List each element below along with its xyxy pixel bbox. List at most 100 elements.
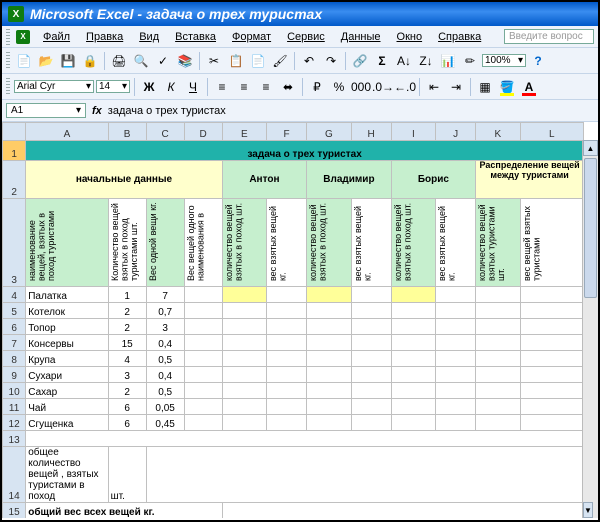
cut-button[interactable]: ✂ [204,51,224,71]
cell-name[interactable]: Сгущенка [26,415,108,431]
cell[interactable] [436,319,476,335]
cell[interactable] [222,503,583,519]
cell[interactable] [222,351,266,367]
increase-decimal-button[interactable]: .0→ [373,77,393,97]
col-D[interactable]: D [184,123,222,141]
hdr-qty[interactable]: Количество вещей взятых в поход туристам… [108,199,146,287]
hdr-name[interactable]: наименование вещей, взятых в поход турис… [26,199,108,287]
font-size-dropdown[interactable]: 14▾ [96,80,130,93]
menu-edit[interactable]: Правка [79,29,130,45]
cell-unit[interactable]: шт. [108,447,146,503]
cell[interactable] [222,415,266,431]
decrease-decimal-button[interactable]: ←.0 [395,77,415,97]
cell-wt[interactable]: 0,5 [146,351,184,367]
vertical-scrollbar[interactable]: ▲ ▼ [582,140,598,518]
cell[interactable] [307,415,351,431]
cell[interactable] [436,335,476,351]
cell[interactable] [351,303,391,319]
row-1[interactable]: 1 задача о трех туристах [3,141,584,161]
row-header[interactable]: 11 [3,399,26,415]
cell-qty[interactable]: 4 [108,351,146,367]
open-button[interactable]: 📂 [36,51,56,71]
autosum-button[interactable]: Σ [372,51,392,71]
cell[interactable] [391,367,435,383]
cell[interactable] [267,351,307,367]
align-right-button[interactable]: ≡ [256,77,276,97]
cell-qty[interactable]: 3 [108,367,146,383]
row-15[interactable]: 15 общий вес всех вещей кг. [3,503,584,519]
fx-icon[interactable]: fx [92,105,102,117]
cell[interactable] [222,335,266,351]
chart-button[interactable]: 📊 [438,51,458,71]
cell-name[interactable]: Чай [26,399,108,415]
title-cell[interactable]: задача о трех туристах [26,141,584,161]
cell[interactable] [476,287,520,303]
cell[interactable] [184,351,222,367]
sort-asc-button[interactable]: A↓ [394,51,414,71]
cell[interactable] [476,319,520,335]
menu-help[interactable]: Справка [431,29,488,45]
cell[interactable] [307,351,351,367]
cell[interactable] [307,335,351,351]
cell[interactable] [436,287,476,303]
undo-button[interactable]: ↶ [299,51,319,71]
cell[interactable] [184,303,222,319]
cell-wt[interactable]: 0,5 [146,383,184,399]
percent-button[interactable]: % [329,77,349,97]
cell[interactable] [184,287,222,303]
cell-qty[interactable]: 6 [108,415,146,431]
comma-button[interactable]: 000 [351,77,371,97]
cell[interactable] [391,351,435,367]
cell-name[interactable]: Котелок [26,303,108,319]
decrease-indent-button[interactable]: ⇤ [424,77,444,97]
cell-qty[interactable]: 2 [108,383,146,399]
cell[interactable] [222,399,266,415]
cell[interactable] [184,415,222,431]
cell[interactable] [184,399,222,415]
section-vladimir[interactable]: Владимир [307,161,392,199]
cell-qty[interactable]: 1 [108,287,146,303]
cell[interactable] [267,287,307,303]
cell[interactable] [184,367,222,383]
cell-wt[interactable]: 0,05 [146,399,184,415]
hdr-a-wt[interactable]: вес взятых вещей кг. [267,199,307,287]
cell[interactable] [351,367,391,383]
section-distribution[interactable]: Распределение вещей между туристами [476,161,584,199]
preview-button[interactable]: 🔍 [131,51,151,71]
cell[interactable] [476,303,520,319]
cell[interactable] [267,303,307,319]
row-header[interactable]: 13 [3,431,26,447]
cell-qty[interactable]: 15 [108,335,146,351]
menu-file[interactable]: Файл [36,29,77,45]
cell[interactable] [391,287,435,303]
cell[interactable] [391,383,435,399]
row-header[interactable]: 8 [3,351,26,367]
paste-button[interactable]: 📄 [248,51,268,71]
cell-wt[interactable]: 7 [146,287,184,303]
cell[interactable] [267,335,307,351]
select-all-corner[interactable] [3,123,26,141]
table-row[interactable]: 10Сахар20,5 [3,383,584,399]
cell[interactable] [307,367,351,383]
formula-bar[interactable]: задача о трех туристах [108,105,594,117]
cell[interactable] [267,399,307,415]
cell-total-weight[interactable]: общий вес всех вещей кг. [26,503,222,519]
cell[interactable] [351,319,391,335]
cell[interactable] [476,383,520,399]
cell[interactable] [520,415,583,431]
format-painter-button[interactable]: 🖌 [270,51,290,71]
menu-window[interactable]: Окно [390,29,430,45]
table-row[interactable]: 6Топор23 [3,319,584,335]
cell[interactable] [351,335,391,351]
cell[interactable] [267,367,307,383]
row-2[interactable]: 2 начальные данные Антон Владимир Борис … [3,161,584,199]
align-center-button[interactable]: ≡ [234,77,254,97]
bold-button[interactable]: Ж [139,77,159,97]
table-row[interactable]: 4Палатка17 [3,287,584,303]
print-button[interactable]: 🖨 [109,51,129,71]
menu-data[interactable]: Данные [334,29,388,45]
scroll-up-button[interactable]: ▲ [583,140,598,156]
cell[interactable] [307,383,351,399]
row-header[interactable]: 3 [3,199,26,287]
cell[interactable] [436,351,476,367]
